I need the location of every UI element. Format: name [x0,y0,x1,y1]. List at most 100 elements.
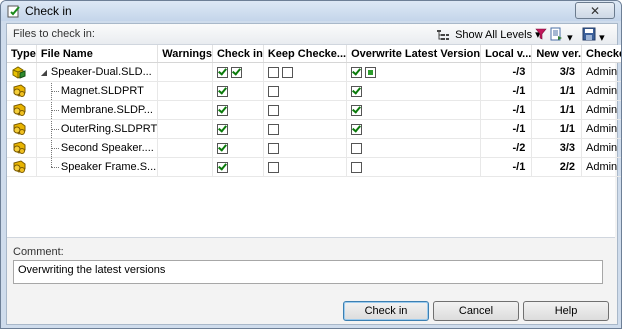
file-name: Membrane.SLDP... [60,104,153,116]
check-in-checkbox[interactable] [216,104,228,116]
overwrite-cell [346,62,482,82]
column-header-checked-out-by[interactable]: Checked Out By [581,45,621,63]
local-version-cell: -/2 [480,138,533,158]
keep-checked-out-checkbox[interactable] [267,66,279,78]
keep-checked-out-cell [263,119,348,139]
keep-checked-out-checkbox[interactable] [267,161,279,173]
dialog-body: Files to check in: Show All Levels ▾ ▾ ▾… [6,23,621,325]
part-icon [13,160,26,173]
help-button[interactable]: Help [523,301,609,321]
keep-checked-out-checkbox[interactable] [281,66,293,78]
column-header-file-name[interactable]: File Name [36,45,159,63]
check-in-button[interactable]: Check in [343,301,429,321]
type-cell [7,119,37,139]
checked-out-by-cell: Admin [581,138,621,158]
warnings-cell [157,157,213,177]
keep-checked-out-cell [263,81,348,101]
part-icon [13,122,26,135]
column-header-warnings[interactable]: Warnings [157,45,213,63]
column-header-keep-checked-out[interactable]: Keep Checke... [263,45,348,63]
column-header-type[interactable]: Type [7,45,37,63]
column-header-overwrite-latest-version[interactable]: Overwrite Latest Version [346,45,482,63]
tree-connector [47,138,61,157]
new-version-cell: 3/3 [531,62,582,82]
check-in-checkbox[interactable] [216,123,228,135]
checked-out-by-cell: Admin [581,81,621,101]
check-in-cell [212,62,264,82]
checked-out-by-cell: Admin [581,119,621,139]
check-in-cell [212,100,264,120]
overwrite-latest-version-checkbox[interactable] [351,104,363,116]
column-header-local-version[interactable]: Local v... [480,45,533,63]
overwrite-latest-version-checkbox[interactable] [351,142,363,154]
new-version-cell: 1/1 [531,119,582,139]
table-row[interactable]: Membrane.SLDP... -/1 1/1 Admin [7,100,621,120]
table-header-row: Type File Name Warnings Check in Keep Checke… [7,45,621,63]
window-title: Check in [25,4,72,18]
export-list-button[interactable]: ▾ [550,27,573,44]
assembly-icon [12,66,26,79]
table-row[interactable]: ◢ Speaker-Dual.SLD... -/3 3/3 Admin [7,62,621,82]
file-name: OuterRing.SLDPRT [60,123,158,135]
part-icon [13,84,26,97]
keep-checked-out-cell [263,62,348,82]
file-name-cell: OuterRing.SLDPRT [36,119,159,139]
chevron-down-icon: ▾ [599,32,605,44]
overwrite-cell [346,138,482,158]
warnings-cell [157,81,213,101]
file-name: Speaker Frame.S... [60,161,157,173]
chevron-down-icon: ▾ [567,32,573,44]
close-button[interactable]: ✕ [575,2,615,19]
check-in-checkbox[interactable] [216,142,228,154]
check-in-checkbox[interactable] [216,161,228,173]
overwrite-latest-version-checkbox[interactable] [351,85,363,97]
column-header-new-version[interactable]: New ver. [531,45,582,63]
new-version-cell: 2/2 [531,157,582,177]
keep-checked-out-checkbox[interactable] [267,142,279,154]
table-row[interactable]: Second Speaker.... -/2 3/3 Admin [7,138,621,158]
local-version-cell: -/1 [480,100,533,120]
local-version-cell: -/1 [480,157,533,177]
check-in-checkbox[interactable] [216,66,228,78]
tree-connector [47,81,61,100]
overwrite-latest-version-checkbox[interactable] [365,66,377,78]
table-row[interactable]: Magnet.SLDPRT -/1 1/1 Admin [7,81,621,101]
file-name: Second Speaker.... [60,142,154,154]
part-icon [13,103,26,116]
column-header-check-in[interactable]: Check in [212,45,264,63]
check-in-cell [212,81,264,101]
keep-checked-out-checkbox[interactable] [267,104,279,116]
keep-checked-out-cell [263,157,348,177]
keep-checked-out-cell [263,138,348,158]
filter-icon[interactable] [535,28,547,40]
overwrite-cell [346,81,482,101]
keep-checked-out-checkbox[interactable] [267,123,279,135]
toolbar: Files to check in: Show All Levels ▾ ▾ ▾ [7,24,617,45]
tree-connector [47,157,61,176]
file-name-cell: Second Speaker.... [36,138,159,158]
cancel-button[interactable]: Cancel [433,301,519,321]
table-row[interactable]: OuterRing.SLDPRT -/1 1/1 Admin [7,119,621,139]
overwrite-latest-version-checkbox[interactable] [351,161,363,173]
file-name-cell: Speaker Frame.S... [36,157,159,177]
check-in-checkbox[interactable] [216,85,228,97]
overwrite-latest-version-checkbox[interactable] [351,123,363,135]
new-version-cell: 1/1 [531,81,582,101]
keep-checked-out-checkbox[interactable] [267,85,279,97]
overwrite-latest-version-checkbox[interactable] [351,66,363,78]
expand-collapse-icon[interactable]: ◢ [41,68,51,77]
check-in-checkbox[interactable] [230,66,242,78]
check-in-cell [212,138,264,158]
comment-input[interactable]: Overwriting the latest versions [13,260,603,284]
local-version-cell: -/1 [480,81,533,101]
table-row[interactable]: Speaker Frame.S... -/1 2/2 Admin [7,157,621,177]
type-cell [7,81,37,101]
new-version-cell: 3/3 [531,138,582,158]
type-cell [7,157,37,177]
show-all-levels-dropdown[interactable]: Show All Levels ▾ [437,28,541,42]
check-in-icon [7,5,20,18]
overwrite-cell [346,100,482,120]
checked-out-by-cell: Admin [581,157,621,177]
files-table: Type File Name Warnings Check in Keep Checke… [7,45,621,238]
save-list-button[interactable]: ▾ [582,27,605,44]
